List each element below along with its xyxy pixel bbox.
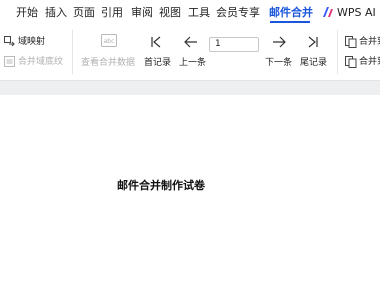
tab-tools[interactable]: 工具: [188, 5, 210, 21]
last-record-button[interactable]: 尾记录: [300, 57, 327, 69]
next-record-icon: [273, 36, 286, 48]
ribbon-toolbar: 域映射 合并域底纹 abc 查看合并数据 首记录 上一条 下一条 尾记录 合并到: [0, 26, 380, 81]
first-record-icon: [151, 36, 161, 48]
wps-ai-icon: [323, 7, 333, 17]
svg-text:abc: abc: [104, 38, 115, 45]
first-record-button[interactable]: 首记录: [144, 57, 171, 69]
tab-member[interactable]: 会员专享: [216, 5, 260, 21]
merge-to-new-icon: [345, 56, 357, 68]
document-background: [0, 81, 380, 95]
merge-shading-icon: [4, 56, 15, 67]
menu-bar: 开始 插入 页面 引用 审阅 视图 工具 会员专享 邮件合并 WPS AI: [0, 0, 380, 26]
tab-wps-ai[interactable]: WPS AI: [337, 5, 376, 21]
merge-field-shading-button[interactable]: 合并域底纹: [18, 56, 63, 68]
active-tab-indicator: [270, 21, 310, 23]
tab-references[interactable]: 引用: [101, 5, 123, 21]
next-record-button[interactable]: 下一条: [265, 57, 292, 69]
ribbon-separator: [337, 30, 338, 74]
tab-review[interactable]: 审阅: [131, 5, 153, 21]
field-mapping-button[interactable]: 域映射: [18, 36, 45, 48]
document-title: 邮件合并制作试卷: [117, 179, 205, 192]
merge-to-document-icon: [345, 36, 357, 48]
previous-record-button[interactable]: 上一条: [179, 57, 206, 69]
field-mapping-icon: [4, 36, 15, 47]
merge-to-new-button[interactable]: 合并到: [359, 56, 380, 68]
view-merged-data-button[interactable]: 查看合并数据: [81, 57, 135, 69]
record-number-input[interactable]: [209, 37, 259, 52]
tab-start[interactable]: 开始: [16, 5, 38, 21]
tab-page[interactable]: 页面: [73, 5, 95, 21]
previous-record-icon: [184, 36, 197, 48]
tab-view[interactable]: 视图: [159, 5, 181, 21]
ribbon-separator: [72, 30, 73, 74]
view-data-icon: abc: [101, 34, 117, 47]
tab-mail-merge[interactable]: 邮件合并: [269, 5, 313, 21]
merge-to-document-button[interactable]: 合并到: [359, 36, 380, 48]
last-record-icon: [308, 36, 318, 48]
tab-insert[interactable]: 插入: [45, 5, 67, 21]
